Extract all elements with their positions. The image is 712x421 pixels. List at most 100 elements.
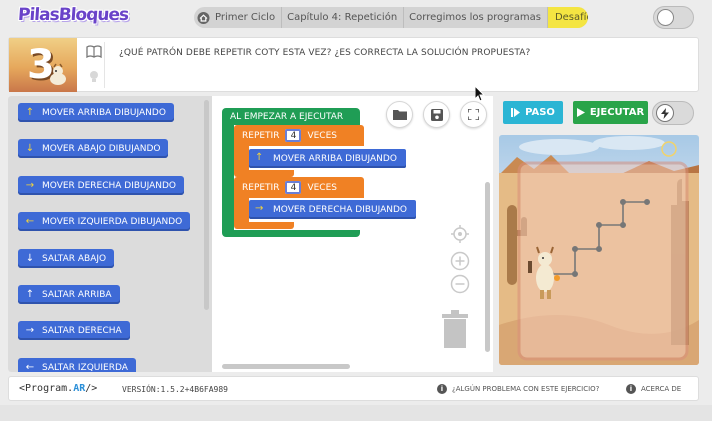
save-file-button[interactable] [423,101,450,128]
about-label: ACERCA DE [641,385,682,393]
repeat-block-2[interactable]: REPETIR 4 VECES [234,177,364,198]
toolbox-block-mover-derecha[interactable]: → MOVER DERECHA DIBUJANDO [18,176,185,195]
arrow-right-icon: → [255,203,264,214]
open-file-button[interactable] [386,101,413,128]
save-icon [430,108,443,121]
breadcrumb-item-grupo[interactable]: Corregimos los programas [404,7,548,28]
version-label: VERSIÓN:1.5.2+4B6FA989 [122,385,228,394]
breadcrumb: Primer Ciclo Capítulo 4: Repetición Corr… [194,7,588,28]
event-block-start[interactable]: AL EMPEZAR A EJECUTAR [222,108,360,125]
repeat-block-1-arm [234,146,249,170]
toolbox-block-mover-izquierda[interactable]: ← MOVER IZQUIERDA DIBUJANDO [18,212,191,231]
report-problem-label: ¿ALGÚN PROBLEMA CON ESTE EJERCICIO? [452,385,600,393]
repeat-block-2-foot [234,222,294,229]
event-block-arm [222,125,234,230]
repeat-block-1-foot [234,170,294,177]
block-label: MOVER IZQUIERDA DIBUJANDO [42,216,183,227]
toolbox-block-saltar-izquierda[interactable]: ← SALTAR IZQUIERDA [18,358,136,372]
arrow-right-icon: → [25,179,35,191]
arrow-left-icon: ← [25,215,35,227]
window-bottom-strip [0,405,712,421]
repeat-count-field[interactable]: 4 [285,129,302,142]
toolbox-scrollbar[interactable] [204,100,209,310]
block-label: SALTAR IZQUIERDA [42,362,128,373]
statement-side-icons [83,42,105,88]
breadcrumb-item-ciclo[interactable]: Primer Ciclo [210,7,283,28]
trash-icon[interactable] [441,310,469,348]
fullscreen-icon [468,109,479,120]
arrow-up-icon: ↑ [25,288,35,300]
desert-scene [499,136,699,365]
recenter-icon[interactable] [450,224,470,244]
fullscreen-button[interactable] [460,101,487,128]
block-label: SALTAR DERECHA [42,325,122,336]
toolbox-block-mover-abajo[interactable]: ↓ MOVER ABAJO DIBUJANDO [18,139,169,158]
workspace-block-mover-derecha[interactable]: → MOVER DERECHA DIBUJANDO [249,200,417,219]
brand-ar: AR [73,383,86,394]
block-label: MOVER ARRIBA DIBUJANDO [42,107,166,118]
lightning-icon [656,104,674,122]
folder-icon [392,110,407,120]
program-ar-logo[interactable]: <Program.AR/> [19,383,97,394]
blocks-canvas[interactable]: AL EMPEZAR A EJECUTAR REPETIR 4 VECES ↑ … [212,96,493,372]
info-icon: i [626,384,636,394]
arrow-up-icon: ↑ [255,152,264,163]
workspace-horizontal-scrollbar[interactable] [222,364,350,369]
repeat-label: REPETIR [242,130,280,141]
arrow-left-icon: ← [25,361,35,373]
footer: <Program.AR/> VERSIÓN:1.5.2+4B6FA989 i ¿… [8,376,699,401]
run-button[interactable]: EJECUTAR [573,101,648,124]
report-problem-link[interactable]: i ¿ALGÚN PROBLEMA CON ESTE EJERCICIO? [437,384,599,394]
block-toolbox: ↑ MOVER ARRIBA DIBUJANDO ↓ MOVER ABAJO D… [8,96,212,372]
scene-canvas [499,135,699,365]
challenge-thumbnail: 3 [9,38,77,92]
toolbox-block-saltar-derecha[interactable]: → SALTAR DERECHA [18,321,130,340]
arrow-down-icon: ↓ [25,142,35,154]
block-label: MOVER ABAJO DIBUJANDO [42,143,161,154]
step-button-label: PASO [525,107,555,118]
repeat-count-field[interactable]: 4 [285,181,302,194]
breadcrumb-item-desafio: Desafío 3 [547,7,588,28]
block-label: MOVER DERECHA DIBUJANDO [273,204,408,215]
step-button[interactable]: PASO [503,101,563,124]
turbo-mode-toggle[interactable] [652,101,694,125]
run-button-label: EJECUTAR [589,107,645,118]
execution-controls: PASO EJECUTAR [503,101,699,125]
lightbulb-icon[interactable] [88,70,100,84]
breadcrumb-item-capitulo[interactable]: Capítulo 4: Repetición [282,7,405,28]
challenge-question: ¿QUÉ PATRÓN DEBE REPETIR COTY ESTA VEZ? … [119,48,531,58]
book-icon[interactable] [86,45,102,58]
about-link[interactable]: i ACERCA DE [626,384,681,394]
times-label: VECES [307,182,337,193]
app-logo[interactable]: PilasBloques [17,5,128,25]
zoom-in-icon[interactable] [450,251,470,271]
block-label: SALTAR ABAJO [42,253,107,264]
toolbox-block-saltar-arriba[interactable]: ↑ SALTAR ARRIBA [18,285,120,304]
repeat-label: REPETIR [242,182,280,193]
coty-thumbnail-icon [50,63,66,85]
info-icon: i [437,384,447,394]
challenge-statement: 3 ¿QUÉ PATRÓN DEBE REPETIR COTY ESTA VEZ… [8,37,699,92]
arrow-down-icon: ↓ [25,252,35,264]
toolbox-block-saltar-abajo[interactable]: ↓ SALTAR ABAJO [18,249,115,268]
step-icon [511,108,521,117]
times-label: VECES [307,130,337,141]
repeat-block-2-arm [234,198,249,222]
brand-suffix: /> [85,383,98,394]
brand-prefix: <Program. [19,383,74,394]
block-label: MOVER ARRIBA DIBUJANDO [273,153,397,164]
sun-icon [657,9,674,26]
theme-toggle[interactable] [653,6,694,29]
repeat-block-1[interactable]: REPETIR 4 VECES [234,125,364,146]
home-icon[interactable] [197,7,210,28]
workspace-vertical-scrollbar[interactable] [485,182,490,352]
event-block-label: AL EMPEZAR A EJECUTAR [230,111,344,122]
block-label: MOVER DERECHA DIBUJANDO [42,180,177,191]
arrow-up-icon: ↑ [25,106,35,118]
toolbox-block-mover-arriba[interactable]: ↑ MOVER ARRIBA DIBUJANDO [18,103,174,122]
mouse-pointer-icon [475,86,486,102]
play-icon [576,108,585,117]
zoom-out-icon[interactable] [450,274,470,294]
block-label: SALTAR ARRIBA [42,289,112,300]
workspace-block-mover-arriba[interactable]: ↑ MOVER ARRIBA DIBUJANDO [249,149,406,168]
